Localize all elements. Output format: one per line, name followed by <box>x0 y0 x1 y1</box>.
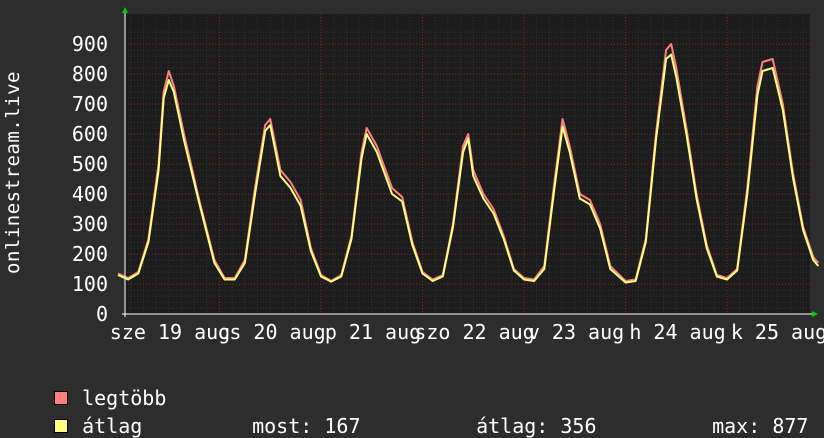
x-tick-label: h 24 aug <box>629 320 725 344</box>
x-tick-label: sze 19 aug <box>110 320 230 344</box>
x-tick-label: cs 20 aug <box>217 320 325 344</box>
stat-now: most: 167 <box>228 390 360 438</box>
stat-avg: átlag: 356 <box>452 390 597 438</box>
y-tick-label: 500 <box>72 152 108 176</box>
y-axis-title: onlinestream.live <box>2 71 24 274</box>
y-tick-label: 800 <box>72 62 108 86</box>
y-tick-label: 300 <box>72 212 108 236</box>
legend-avg: átlag <box>30 390 142 438</box>
stat-max: max: 877 <box>688 390 808 438</box>
y-tick-label: 600 <box>72 122 108 146</box>
legend-avg-label: átlag <box>82 414 143 438</box>
stat-max-label: max: <box>712 414 761 438</box>
y-tick-labels: 0 100 200 300 400 500 600 700 800 900 <box>72 32 108 326</box>
y-tick-label: 200 <box>72 242 108 266</box>
stat-avg-value: 356 <box>560 414 597 438</box>
stat-max-value: 877 <box>772 414 809 438</box>
x-tick-label: p 21 aug <box>325 320 421 344</box>
y-tick-label: 900 <box>72 32 108 56</box>
y-tick-label: 0 <box>96 302 108 326</box>
y-tick-label: 100 <box>72 272 108 296</box>
y-tick-label: 700 <box>72 92 108 116</box>
x-axis-arrow-icon <box>812 311 818 317</box>
x-tick-label: szo 22 aug <box>414 320 534 344</box>
stat-now-label: most: <box>252 414 313 438</box>
x-tick-label: v 23 aug <box>528 320 624 344</box>
x-tick-label: k 25 aug <box>731 320 824 344</box>
x-tick-labels: sze 19 augcs 20 aug p 21 augszo 22 augv 2… <box>110 320 824 344</box>
stat-avg-label: átlag: <box>476 414 549 438</box>
y-tick-label: 400 <box>72 182 108 206</box>
stat-now-value: 167 <box>324 414 361 438</box>
y-axis-arrow-icon <box>122 7 128 13</box>
legend-avg-swatch <box>54 418 69 433</box>
